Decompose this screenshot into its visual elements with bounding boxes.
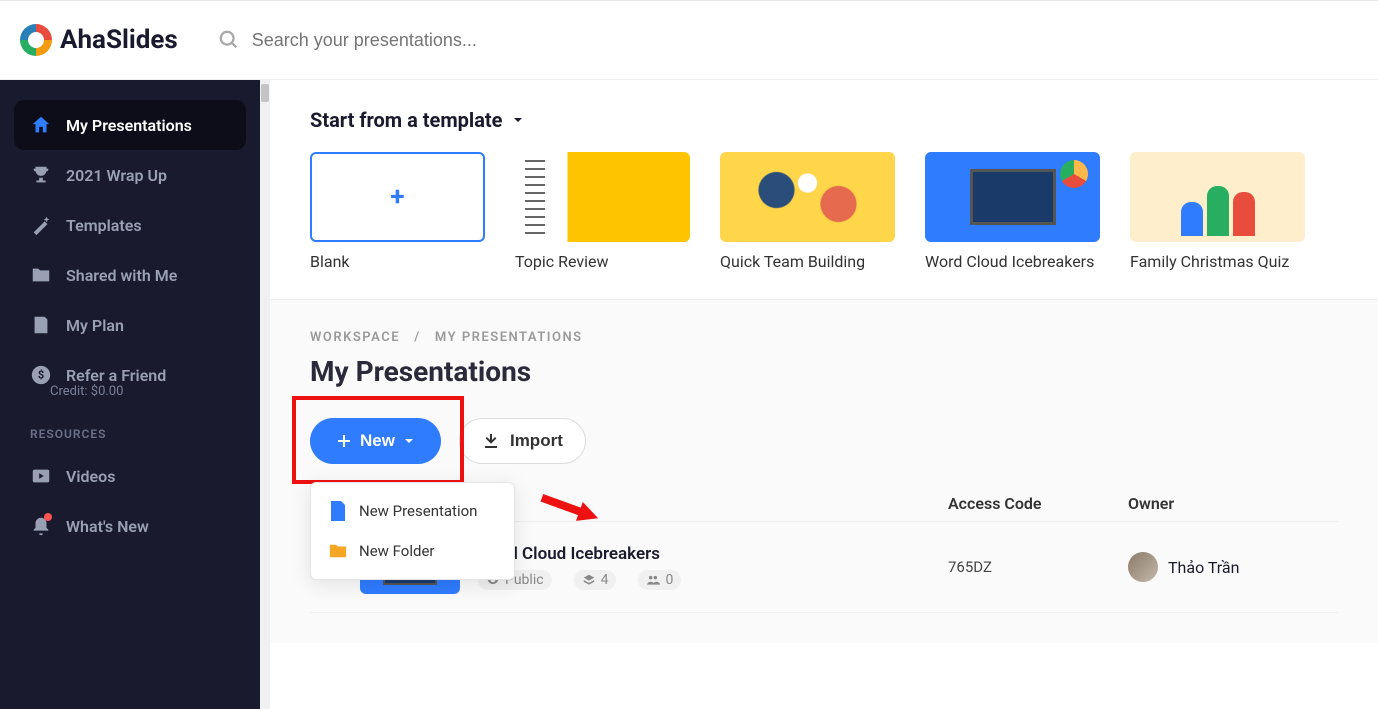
sidebar-item-label: Videos: [66, 467, 115, 486]
actions-bar: New Import New Presentation New Folder: [310, 418, 1338, 464]
scrollbar-track[interactable]: [260, 80, 270, 709]
dropdown-item-label: New Presentation: [359, 502, 477, 520]
template-thumb-icon: [720, 152, 895, 242]
file-icon: [329, 501, 347, 521]
sidebar-item-label: Templates: [66, 216, 142, 235]
folder-shared-icon: [30, 264, 52, 286]
templates-header[interactable]: Start from a template: [310, 108, 1338, 132]
search-icon: [218, 29, 240, 51]
main-content: Start from a template + Blank Topic Revi…: [270, 80, 1378, 709]
import-button-label: Import: [510, 431, 563, 451]
video-icon: [30, 465, 52, 487]
download-icon: [482, 432, 500, 450]
new-dropdown: New Presentation New Folder: [310, 482, 515, 580]
plus-icon: +: [310, 152, 485, 242]
template-family-christmas[interactable]: Family Christmas Quiz: [1130, 152, 1305, 271]
search-input[interactable]: [252, 30, 652, 51]
template-label: Word Cloud Icebreakers: [925, 252, 1100, 271]
breadcrumb-current: MY PRESENTATIONS: [435, 330, 583, 345]
access-code: 765DZ: [948, 558, 1128, 576]
logo-mark-icon: [20, 24, 52, 56]
dropdown-item-label: New Folder: [359, 542, 434, 560]
folder-icon: [329, 541, 347, 561]
resources-heading: RESOURCES: [30, 427, 230, 441]
breadcrumb: WORKSPACE / MY PRESENTATIONS: [310, 330, 1338, 345]
sidebar-item-label: Refer a Friend: [66, 366, 166, 385]
template-label: Quick Team Building: [720, 252, 895, 271]
slides-count-badge: 4: [574, 570, 617, 590]
trophy-icon: [30, 164, 52, 186]
template-word-cloud[interactable]: Word Cloud Icebreakers: [925, 152, 1100, 271]
sidebar-item-label: My Presentations: [66, 116, 192, 135]
sidebar-item-whats-new[interactable]: What's New: [14, 501, 246, 551]
template-quick-team[interactable]: Quick Team Building: [720, 152, 895, 271]
sidebar-item-label: 2021 Wrap Up: [66, 166, 167, 185]
template-label: Blank: [310, 252, 485, 271]
template-topic-review[interactable]: Topic Review: [515, 152, 690, 271]
home-icon: [30, 114, 52, 136]
wand-icon: [30, 214, 52, 236]
brand-logo[interactable]: AhaSlides: [20, 24, 178, 56]
credit-text: Credit: $0.00: [50, 384, 246, 399]
notification-dot-icon: [44, 513, 52, 521]
participants-badge: 0: [638, 570, 681, 590]
search-bar: [218, 29, 1358, 51]
sidebar-item-label: Shared with Me: [66, 266, 177, 285]
template-blank[interactable]: + Blank: [310, 152, 485, 271]
top-bar: AhaSlides: [0, 0, 1378, 80]
template-thumb-icon: [925, 152, 1100, 242]
avatar: [1128, 552, 1158, 582]
breadcrumb-sep: /: [414, 330, 420, 345]
dropdown-new-presentation[interactable]: New Presentation: [311, 491, 514, 531]
sidebar-item-label: My Plan: [66, 316, 124, 335]
sidebar-item-wrap-up[interactable]: 2021 Wrap Up: [14, 150, 246, 200]
chevron-down-icon: [512, 114, 524, 126]
invoice-icon: [30, 314, 52, 336]
dollar-circle-icon: $: [30, 364, 52, 386]
brand-name: AhaSlides: [60, 25, 178, 55]
sidebar: My Presentations 2021 Wrap Up Templates …: [0, 80, 260, 709]
sidebar-item-my-presentations[interactable]: My Presentations: [14, 100, 246, 150]
templates-title: Start from a template: [310, 108, 502, 132]
sidebar-item-my-plan[interactable]: My Plan: [14, 300, 246, 350]
svg-text:$: $: [38, 369, 44, 382]
annotation-highlight: [292, 396, 464, 484]
template-label: Family Christmas Quiz: [1130, 252, 1305, 271]
import-button[interactable]: Import: [459, 418, 586, 464]
sidebar-item-templates[interactable]: Templates: [14, 200, 246, 250]
layers-icon: [582, 573, 596, 587]
sidebar-item-videos[interactable]: Videos: [14, 451, 246, 501]
template-label: Topic Review: [515, 252, 690, 271]
template-thumb-icon: [1130, 152, 1305, 242]
sidebar-item-label: What's New: [66, 517, 149, 536]
dropdown-new-folder[interactable]: New Folder: [311, 531, 514, 571]
users-icon: [646, 573, 660, 587]
presentation-title: Word Cloud Icebreakers: [478, 544, 948, 564]
template-thumb-icon: [515, 152, 690, 242]
col-owner: Owner: [1128, 494, 1328, 513]
breadcrumb-root[interactable]: WORKSPACE: [310, 330, 400, 345]
templates-section: Start from a template + Blank Topic Revi…: [270, 80, 1378, 300]
page-title: My Presentations: [310, 355, 1338, 388]
col-access-code: Access Code: [948, 494, 1128, 513]
workspace-section: WORKSPACE / MY PRESENTATIONS My Presenta…: [270, 300, 1378, 643]
sidebar-item-shared[interactable]: Shared with Me: [14, 250, 246, 300]
owner-name: Thảo Trần: [1168, 558, 1239, 577]
